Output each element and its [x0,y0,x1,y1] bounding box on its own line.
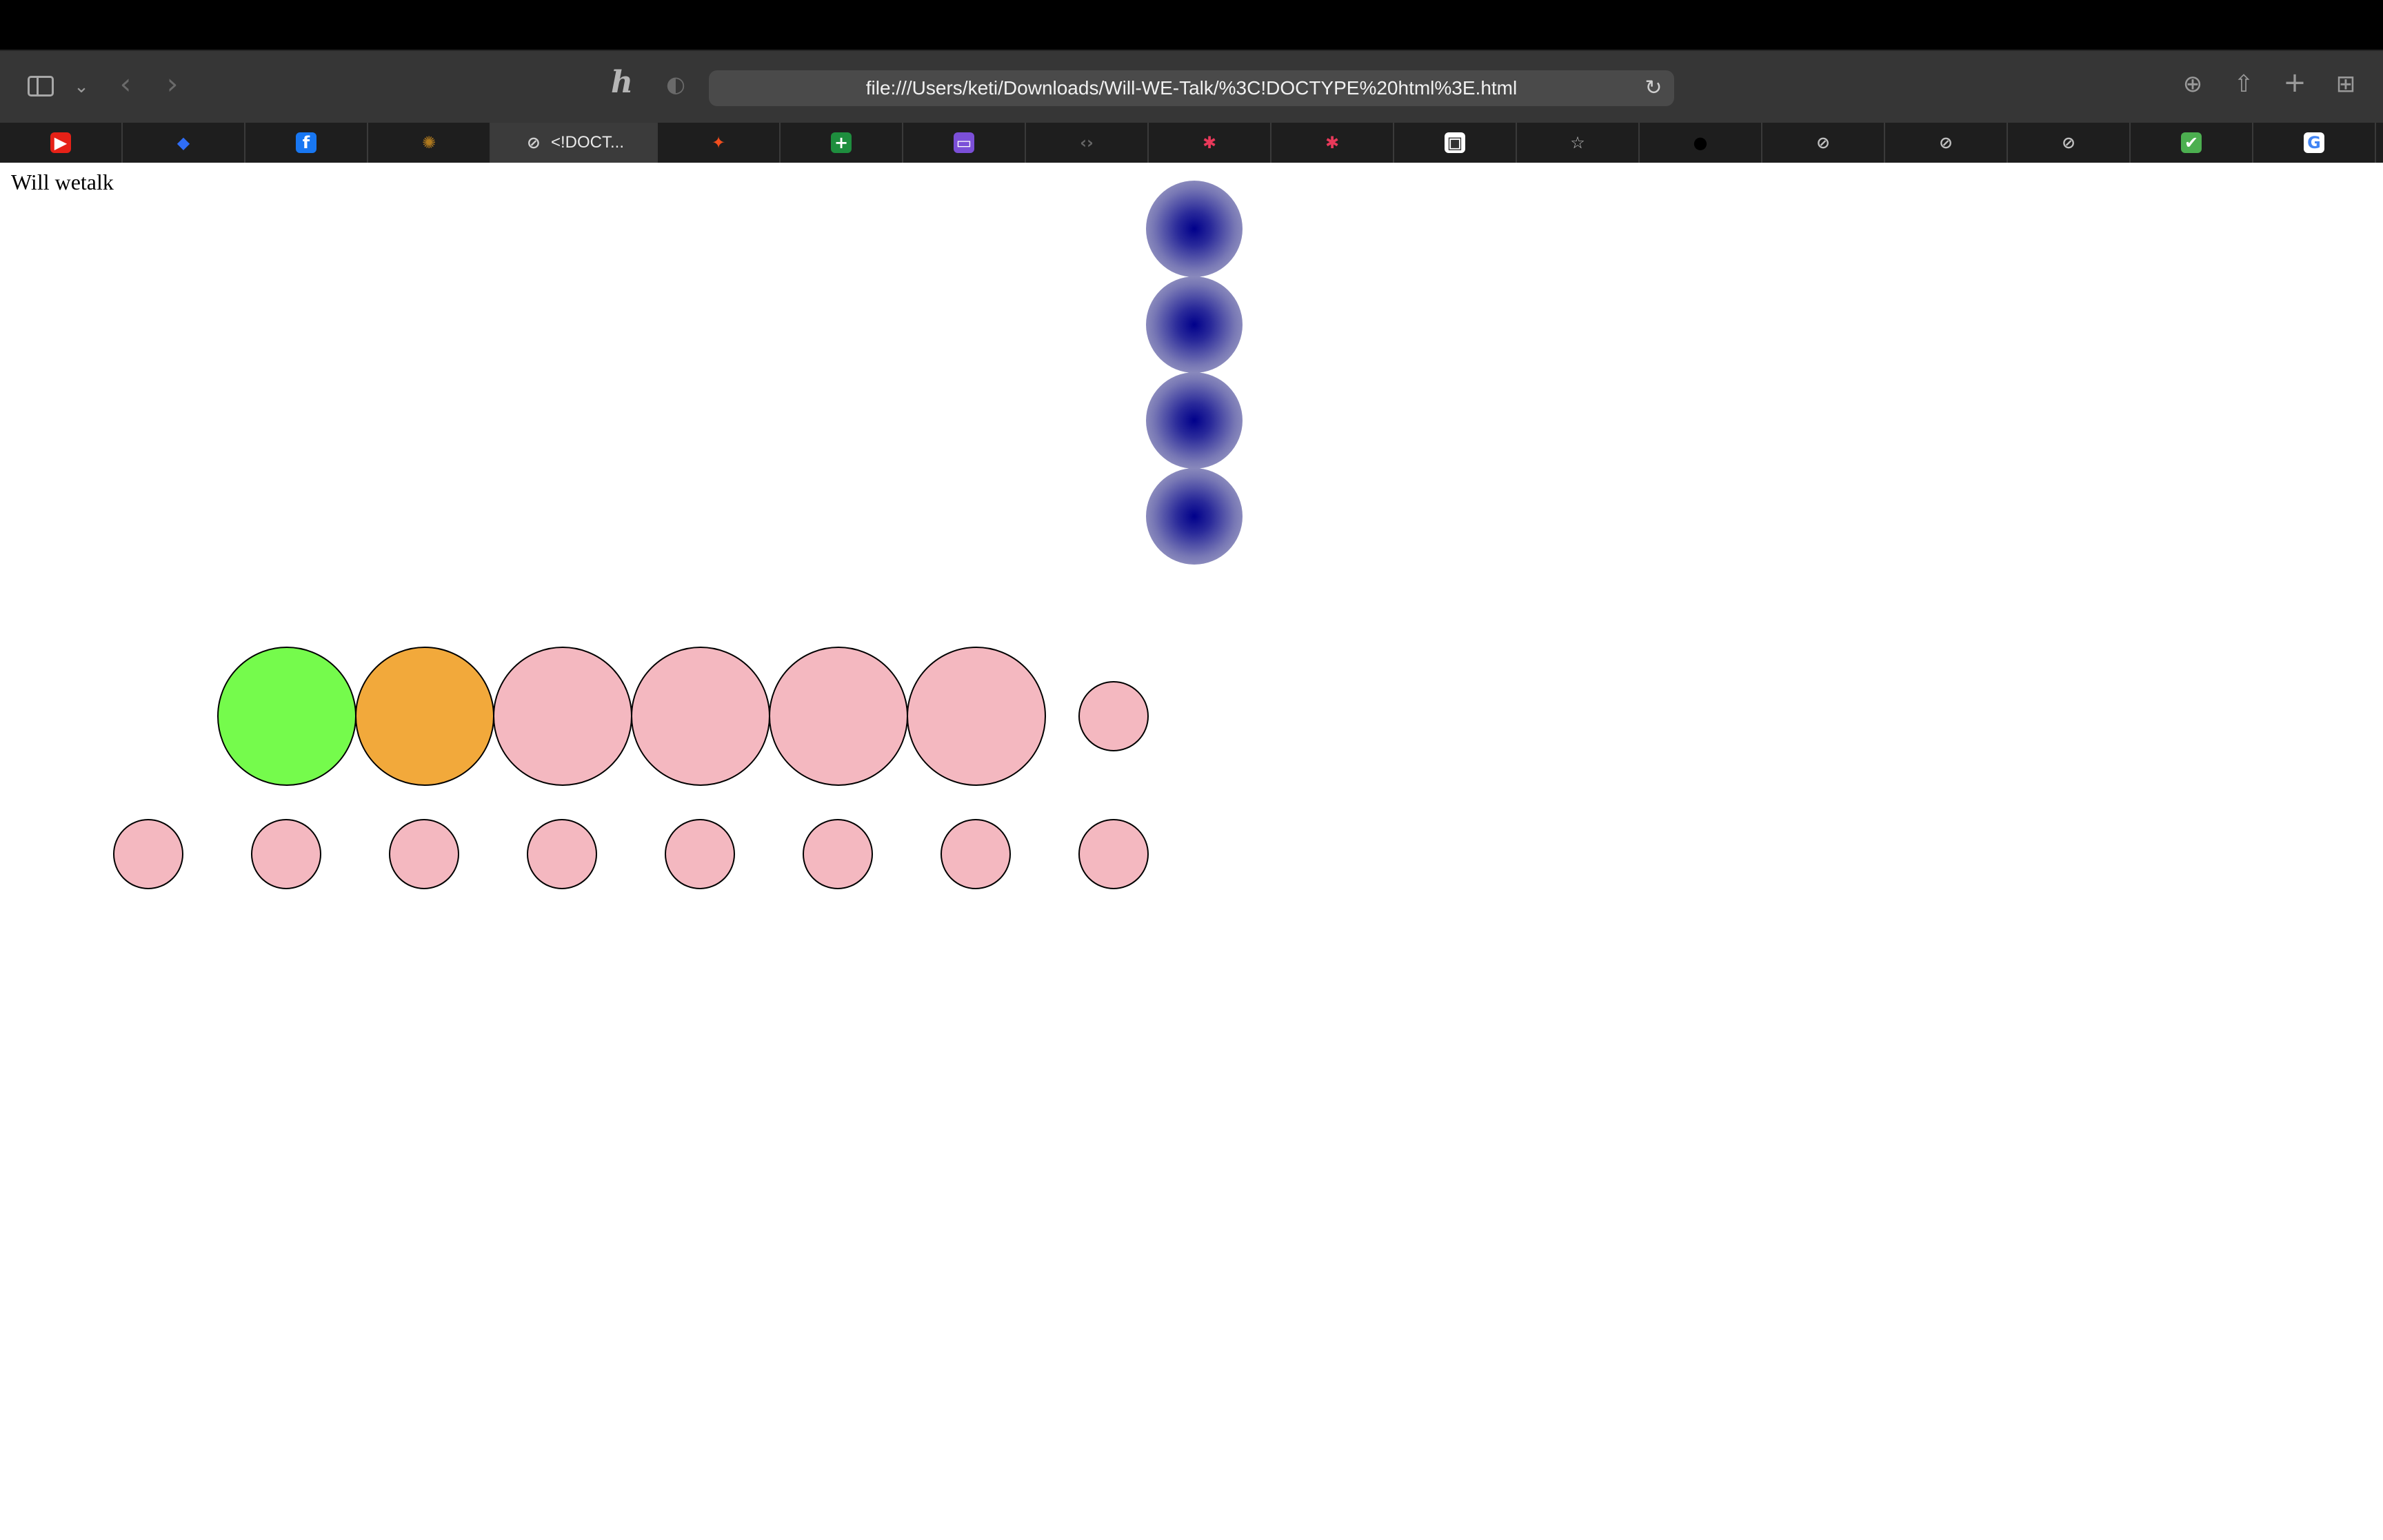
compass-tab-1[interactable]: ⊘ [1762,123,1885,163]
compass-icon: ⊘ [1938,133,1953,152]
pink-large-circle [907,647,1046,786]
pink-small-circle [389,819,459,889]
sheets-tab[interactable]: + [781,123,903,163]
youtube-icon: ▶ [50,132,71,153]
address-bar[interactable]: file:///Users/keti/Downloads/Will-WE-Tal… [709,70,1674,106]
pink-large-circle [769,647,908,786]
forward-arrow-icon[interactable]: › [157,70,188,101]
plus-icon[interactable]: + [2280,69,2310,99]
compass-tab-2[interactable]: ⊘ [1885,123,2008,163]
pink-large-circle [493,647,632,786]
pink-small-circle [113,819,183,889]
page-heading-text: Will wetalk [11,170,114,194]
downloads-icon[interactable]: ⊕ [2178,70,2208,101]
back-arrow-icon[interactable]: ‹ [110,70,141,101]
image-icon: ▣ [1445,132,1465,153]
system-menu-bar [0,0,2383,50]
asterisk-icon: ✱ [1202,133,1217,152]
compass-icon: ⊘ [2061,133,2076,152]
facebook-icon: f [296,132,316,153]
share-icon[interactable]: ⇧ [2229,70,2259,101]
github-icon: ● [1693,133,1708,152]
blue-gradient-dot [1146,372,1243,469]
pink-small-circle [941,819,1011,889]
pink-small-circle [803,819,873,889]
pink-small-circle [251,819,321,889]
circle-logo-icon: ✺ [421,133,436,152]
dropbox-icon: ◆ [177,133,190,152]
star-icon: ☆ [1570,133,1585,152]
green-logo-icon: ✔ [2181,132,2202,153]
code-icon: ‹› [1080,133,1094,152]
pink-large-circle [631,647,770,786]
compass-icon: ⊘ [1816,133,1831,152]
pink-small-circle [1078,681,1149,751]
pink-small-circle [1078,819,1149,889]
tab-overview-icon[interactable]: ⊞ [2331,70,2361,101]
sheets-icon: + [831,132,852,153]
google-tab[interactable]: G [2253,123,2376,163]
chevron-down-icon[interactable]: ⌄ [66,73,97,103]
slides-tab[interactable]: ▭ [903,123,1026,163]
screenshot-tab[interactable]: ▣ [1394,123,1517,163]
pink-small-circle [527,819,597,889]
reload-icon[interactable]: ↻ [1638,73,1669,103]
google-icon: G [2304,132,2324,153]
browser-toolbar: ⌄ ‹ › h ◐ file:///Users/keti/Downloads/W… [0,50,2383,123]
blue-gradient-dot [1146,181,1243,277]
green-large-circle [217,647,356,786]
blue-gradient-dot [1146,468,1243,565]
facebook-tab[interactable]: f [245,123,368,163]
youtube-tab[interactable]: ▶ [0,123,123,163]
sketch-tab[interactable]: ✺ [368,123,491,163]
figma-icon: ✦ [711,133,726,152]
pink-small-circle [665,819,735,889]
green-logo-tab[interactable]: ✔ [2131,123,2253,163]
honey-extension-icon[interactable]: h [607,68,637,99]
compass-icon: ⊘ [526,133,541,152]
sidebar-icon[interactable] [26,72,57,102]
privacy-shield-icon[interactable]: ◐ [661,70,691,101]
blue-gradient-dot [1146,276,1243,373]
code-tab[interactable]: ‹› [1026,123,1149,163]
asterisk-tab-1[interactable]: ✱ [1149,123,1271,163]
compass-tab-3[interactable]: ⊘ [2008,123,2131,163]
figma-tab[interactable]: ✦ [658,123,781,163]
dropbox-tab[interactable]: ◆ [123,123,245,163]
current-tab[interactable]: ⊘ <!DOCT... [491,123,658,163]
tab-bar: ▶ ◆ f ✺ ⊘ <!DOCT... ✦ + ▭ ‹› ✱ ✱ ▣ ☆ ● ⊘ ⊘ ⊘ ✔ G [0,123,2383,163]
tab-title: <!DOCT... [550,133,625,152]
url-text[interactable]: file:///Users/keti/Downloads/Will-WE-Tal… [709,70,1674,106]
bookmark-tab[interactable]: ☆ [1517,123,1640,163]
slides-icon: ▭ [954,132,974,153]
github-tab[interactable]: ● [1640,123,1762,163]
orange-large-circle [355,647,494,786]
asterisk-tab-2[interactable]: ✱ [1271,123,1394,163]
asterisk-icon: ✱ [1325,133,1340,152]
